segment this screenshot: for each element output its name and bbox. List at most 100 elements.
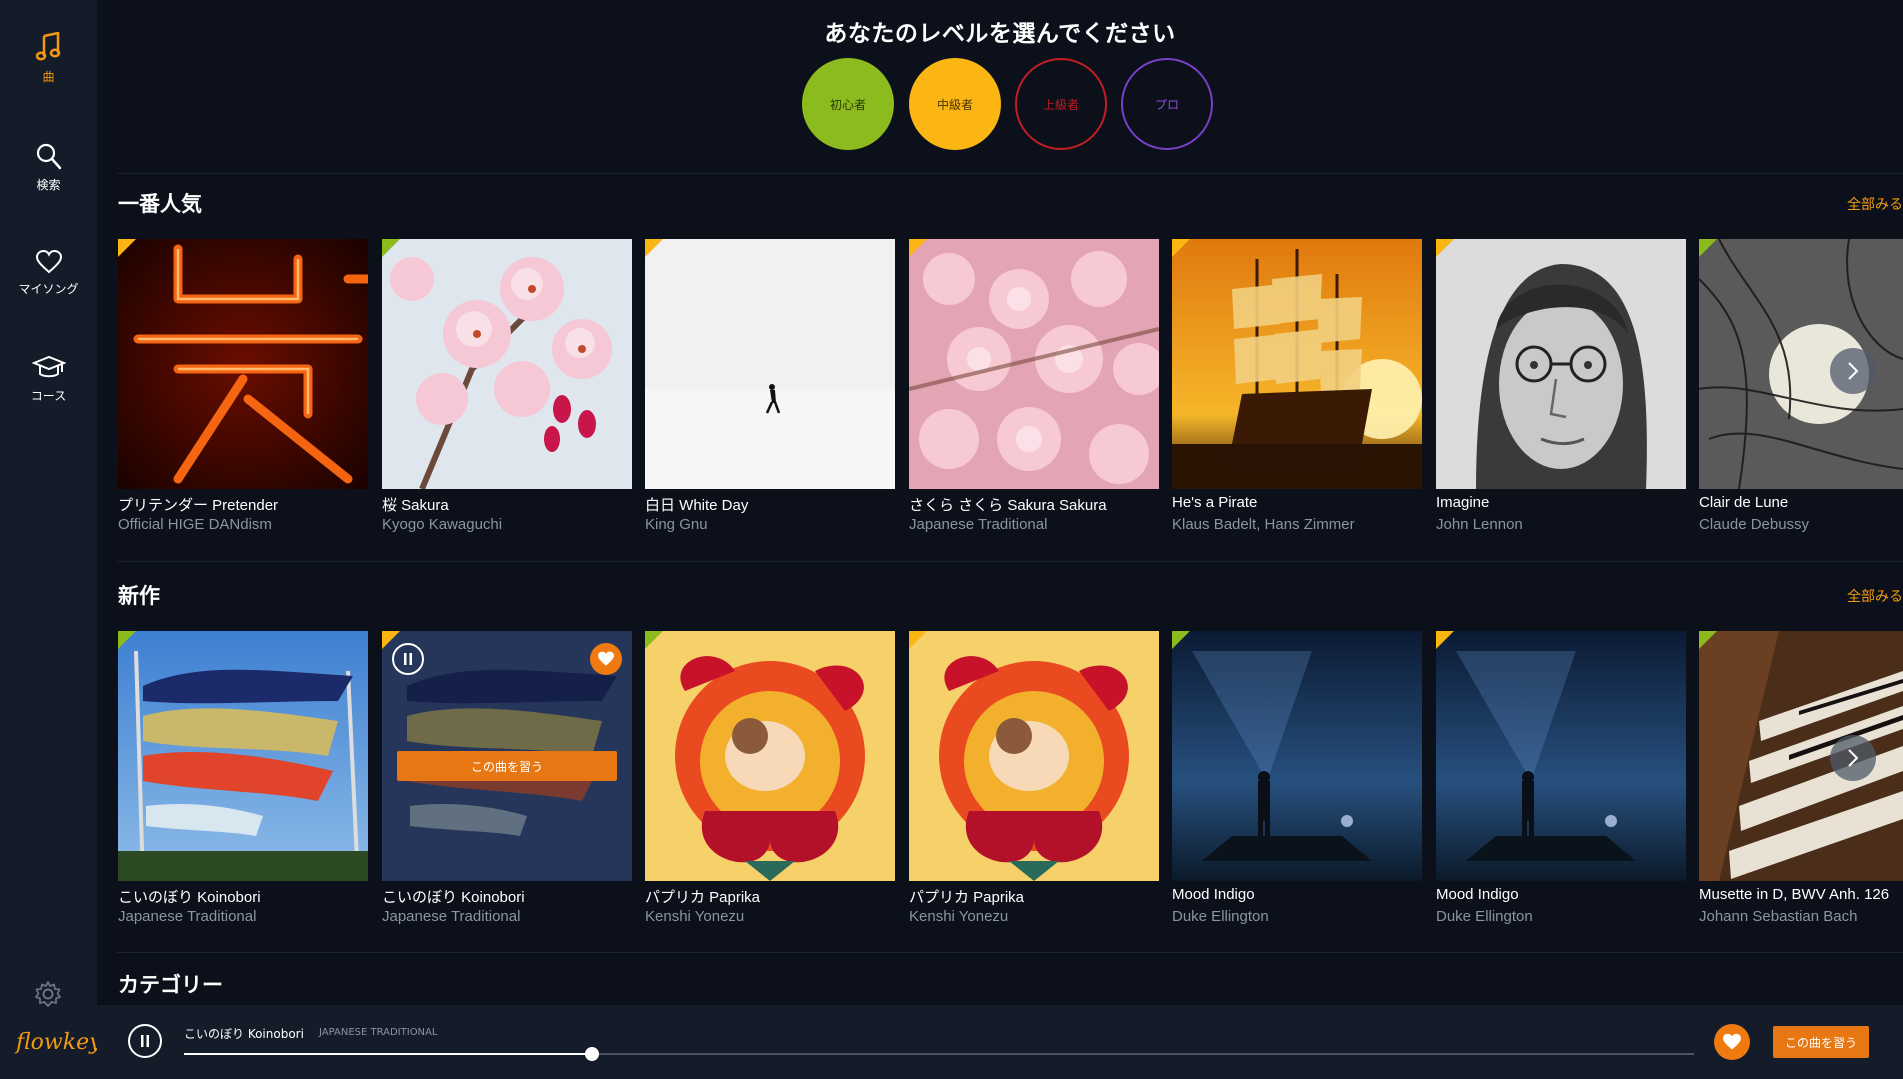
level-pro-button[interactable]: プロ [1121, 58, 1213, 150]
album-art[interactable] [382, 239, 632, 489]
level-indicator [118, 631, 136, 649]
graduation-cap-icon [31, 355, 66, 378]
section-title-popular: 一番人気 [118, 192, 202, 216]
album-art[interactable] [645, 631, 895, 881]
song-artist: Klaus Badelt, Hans Zimmer [1172, 516, 1355, 533]
player-favorite-button[interactable] [1714, 1024, 1750, 1060]
song-card[interactable]: こいのぼり Koinobori Japanese Traditional [118, 631, 368, 925]
level-indicator [1699, 631, 1717, 649]
level-indicator [909, 239, 927, 257]
album-art[interactable] [909, 239, 1159, 489]
carousel-next-button[interactable] [1830, 348, 1876, 394]
divider [117, 173, 1903, 174]
nav-search[interactable]: 検索 [0, 142, 97, 193]
album-art[interactable] [118, 631, 368, 881]
album-art[interactable]: この曲を習う [382, 631, 632, 881]
player-progress-handle[interactable] [584, 1047, 599, 1061]
nav-songs[interactable]: 曲 [0, 32, 97, 85]
settings-button[interactable] [34, 980, 62, 1012]
nav-my-songs-label: マイソング [18, 282, 79, 296]
song-title[interactable]: パプリカ Paprika [909, 886, 1024, 907]
level-indicator [645, 631, 663, 649]
album-art[interactable] [645, 239, 895, 489]
pause-icon [404, 653, 412, 665]
section-title-categories: カテゴリー [118, 973, 223, 997]
level-indicator [382, 239, 400, 257]
gear-icon [35, 981, 61, 1007]
carousel-next-button[interactable] [1830, 735, 1876, 781]
album-art[interactable] [118, 239, 368, 489]
song-artist: Claude Debussy [1699, 516, 1810, 533]
song-artist: Japanese Traditional [382, 908, 521, 925]
divider [117, 952, 1903, 953]
song-title[interactable]: 白日 White Day [645, 494, 748, 515]
sidebar: 曲 検索 マイソング コース flowkey [0, 0, 102, 1079]
section-title-new: 新作 [118, 584, 160, 608]
song-title[interactable]: 桜 Sakura [382, 494, 449, 515]
song-card[interactable]: さくら さくら Sakura Sakura Japanese Tradition… [909, 239, 1159, 533]
song-title[interactable]: こいのぼり Koinobori [118, 886, 261, 907]
player-progress-track[interactable] [184, 1047, 1694, 1061]
song-artist: Johann Sebastian Bach [1699, 908, 1858, 925]
player-pause-button[interactable] [128, 1024, 162, 1058]
see-all-popular-link[interactable]: 全部みる [1847, 194, 1903, 214]
song-artist: Official HIGE DANdism [118, 516, 272, 533]
song-title[interactable]: プリテンダー Pretender [118, 494, 278, 515]
song-card[interactable]: パプリカ Paprika Kenshi Yonezu [909, 631, 1159, 925]
album-art[interactable] [1436, 239, 1686, 489]
level-beginner-button[interactable]: 初心者 [802, 58, 894, 150]
level-intermediate-button[interactable]: 中級者 [909, 58, 1001, 150]
song-card[interactable]: Mood Indigo Duke Ellington [1172, 631, 1422, 925]
album-art[interactable] [1436, 631, 1686, 881]
pause-icon [141, 1035, 149, 1047]
song-title[interactable]: Clair de Lune [1699, 494, 1788, 511]
music-note-icon [35, 32, 60, 61]
song-card[interactable]: 白日 White Day King Gnu [645, 239, 895, 533]
song-title[interactable]: He's a Pirate [1172, 494, 1257, 511]
song-card[interactable]: 桜 Sakura Kyogo Kawaguchi [382, 239, 632, 533]
nav-courses[interactable]: コース [0, 355, 97, 404]
album-art[interactable] [1172, 239, 1422, 489]
song-card[interactable]: He's a Pirate Klaus Badelt, Hans Zimmer [1172, 239, 1422, 533]
level-indicator [1436, 239, 1454, 257]
level-indicator [118, 239, 136, 257]
nav-courses-label: コース [30, 389, 67, 403]
chevron-right-icon [1848, 362, 1859, 380]
heart-icon [1723, 1033, 1741, 1050]
level-indicator [1699, 239, 1717, 257]
nav-songs-label: 曲 [42, 70, 55, 84]
song-title[interactable]: Mood Indigo [1172, 886, 1255, 903]
card-favorite-button[interactable] [590, 643, 622, 675]
song-card[interactable]: Mood Indigo Duke Ellington [1436, 631, 1686, 925]
player-learn-song-button[interactable]: この曲を習う [1773, 1026, 1869, 1058]
album-art[interactable] [909, 631, 1159, 881]
song-title[interactable]: Mood Indigo [1436, 886, 1519, 903]
song-artist: Duke Ellington [1436, 908, 1533, 925]
song-card[interactable]: プリテンダー Pretender Official HIGE DANdism [118, 239, 368, 533]
song-artist: Kenshi Yonezu [645, 908, 745, 925]
song-card[interactable]: Imagine John Lennon [1436, 239, 1686, 533]
song-artist: John Lennon [1436, 516, 1523, 533]
song-title[interactable]: Imagine [1436, 494, 1489, 511]
level-indicator [645, 239, 663, 257]
card-pause-button[interactable] [392, 643, 424, 675]
song-title[interactable]: さくら さくら Sakura Sakura [909, 494, 1107, 515]
song-title[interactable]: Musette in D, BWV Anh. 126 [1699, 886, 1889, 903]
learn-song-button[interactable]: この曲を習う [397, 751, 617, 781]
see-all-new-link[interactable]: 全部みる [1847, 586, 1903, 606]
song-card[interactable]: パプリカ Paprika Kenshi Yonezu [645, 631, 895, 925]
level-advanced-button[interactable]: 上級者 [1015, 58, 1107, 150]
song-card-hovered[interactable]: この曲を習う こいのぼり Koinobori Japanese Traditio… [382, 631, 632, 925]
song-title[interactable]: こいのぼり Koinobori [382, 886, 525, 907]
player-song-title: こいのぼり Koinobori [184, 1027, 304, 1041]
main-content: あなたのレベルを選んでください 初心者 中級者 上級者 プロ 一番人気 全部みる [97, 0, 1903, 1005]
level-title: あなたのレベルを選んでください [824, 21, 1176, 47]
song-artist: King Gnu [645, 516, 708, 533]
level-indicator [1172, 239, 1190, 257]
song-title[interactable]: パプリカ Paprika [645, 886, 760, 907]
album-art[interactable] [1172, 631, 1422, 881]
flowkey-logo[interactable]: flowkey [16, 1030, 102, 1055]
nav-my-songs[interactable]: マイソング [0, 250, 97, 297]
song-artist: Japanese Traditional [118, 908, 257, 925]
song-artist: Duke Ellington [1172, 908, 1269, 925]
